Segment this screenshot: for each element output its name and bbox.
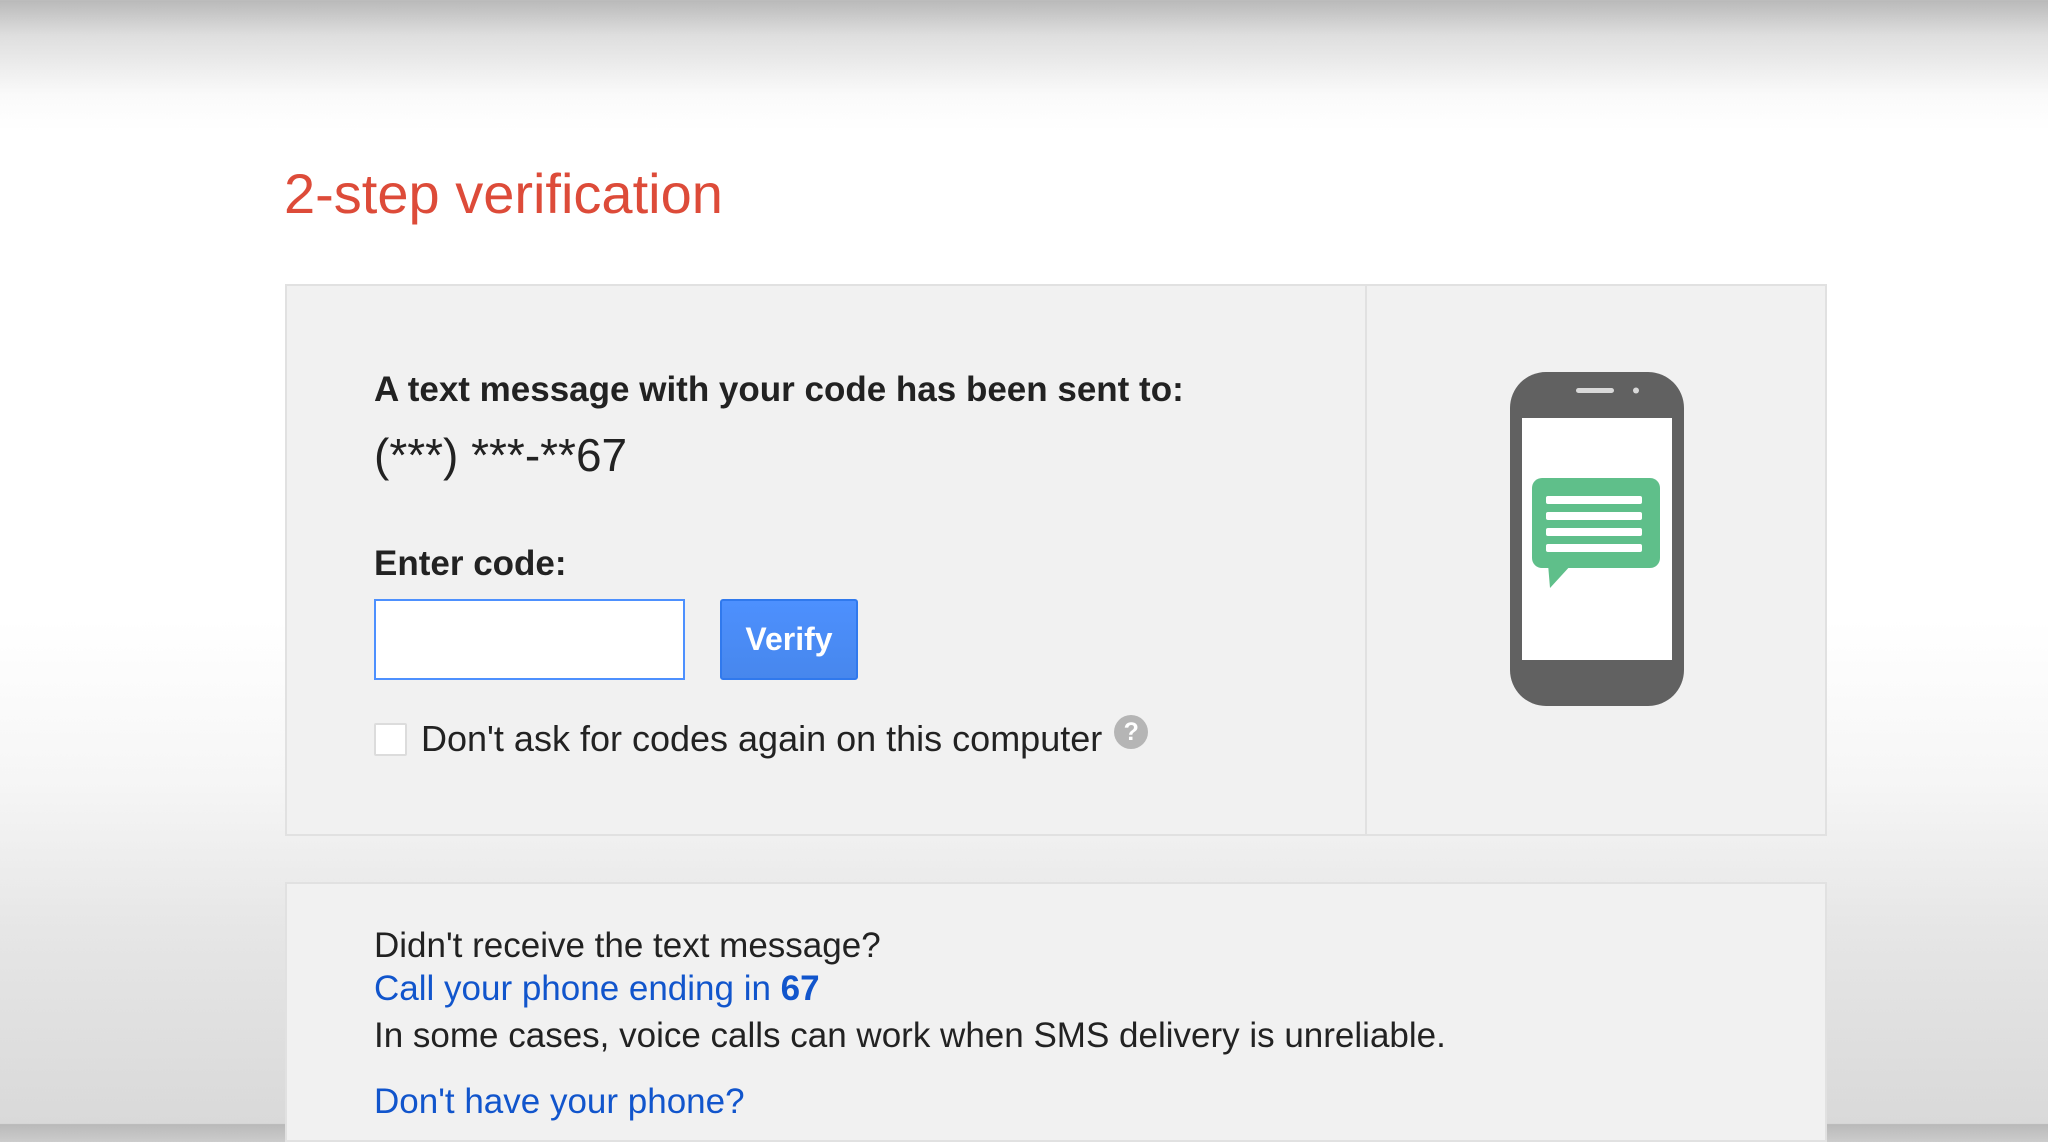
call-phone-link[interactable]: Call your phone ending in 67 [374, 969, 820, 1008]
verify-button[interactable]: Verify [720, 599, 858, 680]
page-title: 2-step verification [284, 162, 723, 225]
call-phone-link-text: Call your phone ending in [374, 969, 781, 1008]
masked-phone-number: (***) ***-**67 [374, 429, 628, 481]
call-phone-row: Call your phone ending in 67 [374, 969, 820, 1009]
phone-camera [1633, 387, 1639, 394]
verification-form: A text message with your code has been s… [287, 286, 1367, 834]
alternate-options-card: Didn't receive the text message? Call yo… [285, 882, 1827, 1142]
verification-card: A text message with your code has been s… [285, 284, 1827, 836]
code-label: Enter code: [374, 544, 567, 583]
no-phone-row: Don't have your phone? [374, 1082, 745, 1122]
sent-heading: A text message with your code has been s… [374, 370, 1184, 409]
phone-speaker [1576, 388, 1614, 393]
no-phone-link[interactable]: Don't have your phone? [374, 1082, 745, 1121]
voice-call-note: In some cases, voice calls can work when… [374, 1016, 1446, 1055]
call-phone-digits: 67 [780, 969, 820, 1008]
code-input[interactable] [374, 599, 685, 680]
no-text-question: Didn't receive the text message? [374, 926, 881, 965]
phone-message-icon [1510, 372, 1684, 706]
question-mark-icon[interactable]: ? [1114, 715, 1149, 749]
remember-computer-row: Don't ask for codes again on this comput… [374, 714, 1149, 764]
remember-computer-label[interactable]: Don't ask for codes again on this comput… [421, 718, 1102, 760]
remember-computer-checkbox[interactable] [374, 722, 407, 756]
